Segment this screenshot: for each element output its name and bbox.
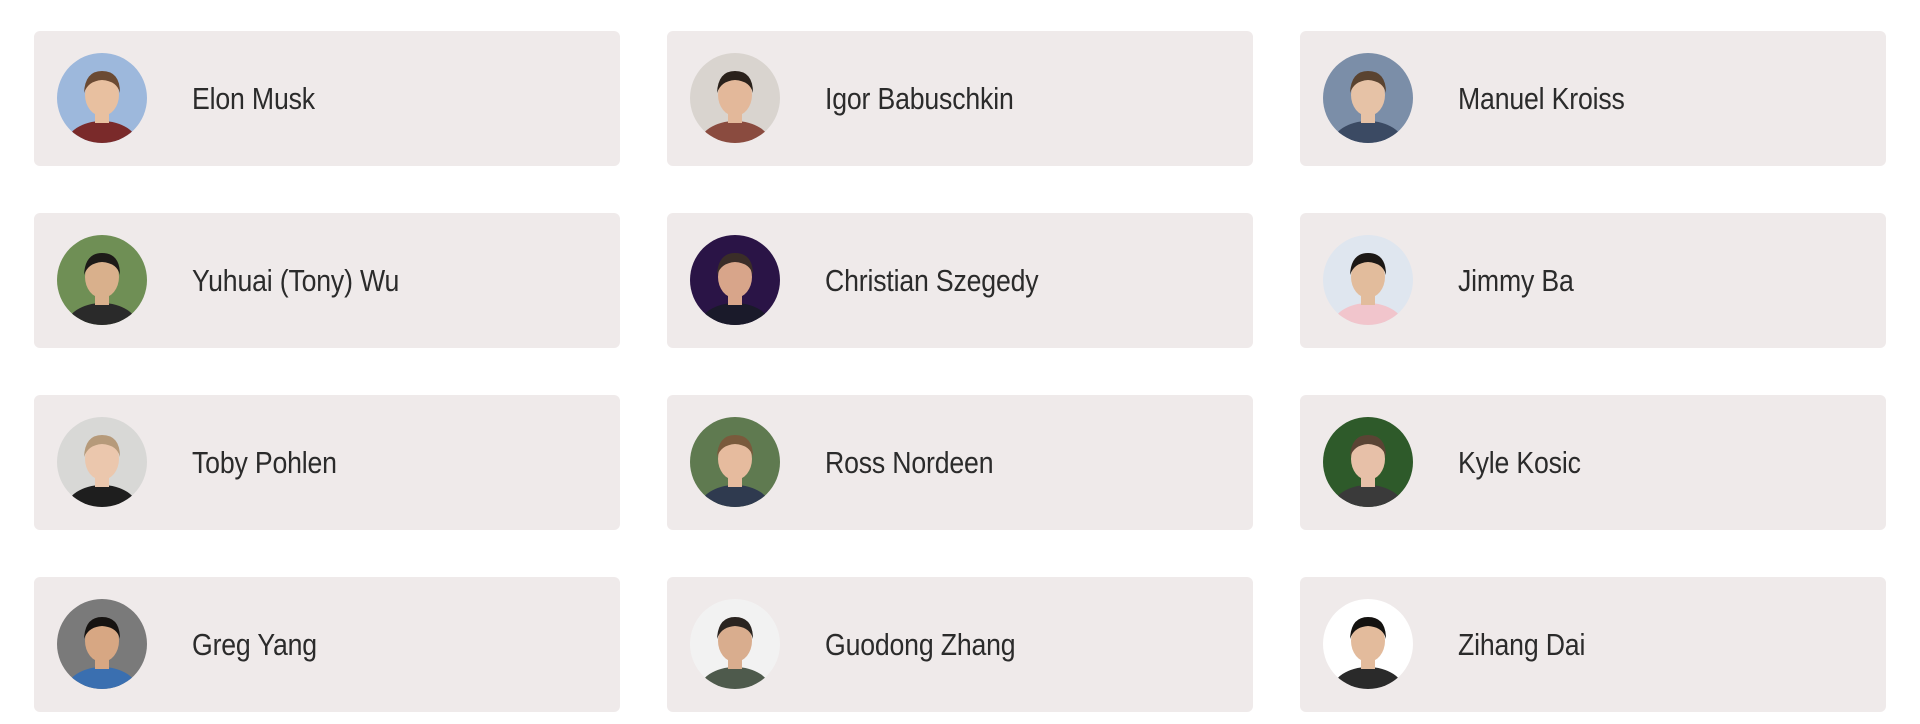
person-name: Toby Pohlen (192, 445, 337, 480)
avatar (690, 235, 780, 325)
avatar (690, 53, 780, 143)
avatar (1323, 53, 1413, 143)
avatar-image (1323, 235, 1413, 325)
person-card[interactable]: Greg Yang (34, 577, 620, 712)
avatar (57, 417, 147, 507)
avatar (1323, 599, 1413, 689)
avatar-image (1323, 599, 1413, 689)
person-name: Igor Babuschkin (825, 81, 1014, 116)
avatar-image (57, 53, 147, 143)
person-name: Christian Szegedy (825, 263, 1039, 298)
person-name: Greg Yang (192, 627, 317, 662)
avatar (690, 417, 780, 507)
avatar (57, 235, 147, 325)
avatar-image (1323, 53, 1413, 143)
person-name: Jimmy Ba (1458, 263, 1574, 298)
person-name: Guodong Zhang (825, 627, 1016, 662)
avatar (1323, 235, 1413, 325)
avatar-image (57, 599, 147, 689)
person-name: Elon Musk (192, 81, 315, 116)
person-name: Kyle Kosic (1458, 445, 1581, 480)
person-card[interactable]: Manuel Kroiss (1300, 31, 1886, 166)
person-name: Ross Nordeen (825, 445, 994, 480)
avatar-image (690, 53, 780, 143)
person-card[interactable]: Jimmy Ba (1300, 213, 1886, 348)
person-name: Zihang Dai (1458, 627, 1586, 662)
avatar (690, 599, 780, 689)
person-card[interactable]: Yuhuai (Tony) Wu (34, 213, 620, 348)
person-card[interactable]: Guodong Zhang (667, 577, 1253, 712)
person-name: Yuhuai (Tony) Wu (192, 263, 400, 298)
person-card[interactable]: Elon Musk (34, 31, 620, 166)
avatar (57, 599, 147, 689)
person-name: Manuel Kroiss (1458, 81, 1625, 116)
avatar-image (1323, 417, 1413, 507)
avatar (1323, 417, 1413, 507)
person-card[interactable]: Igor Babuschkin (667, 31, 1253, 166)
avatar-image (57, 417, 147, 507)
avatar-image (690, 417, 780, 507)
person-card[interactable]: Christian Szegedy (667, 213, 1253, 348)
person-card[interactable]: Ross Nordeen (667, 395, 1253, 530)
person-card[interactable]: Kyle Kosic (1300, 395, 1886, 530)
avatar (57, 53, 147, 143)
avatar-image (57, 235, 147, 325)
person-card[interactable]: Zihang Dai (1300, 577, 1886, 712)
avatar-image (690, 599, 780, 689)
team-grid: Elon Musk Igor Babuschkin Manuel Kroiss … (0, 0, 1920, 724)
avatar-image (690, 235, 780, 325)
person-card[interactable]: Toby Pohlen (34, 395, 620, 530)
